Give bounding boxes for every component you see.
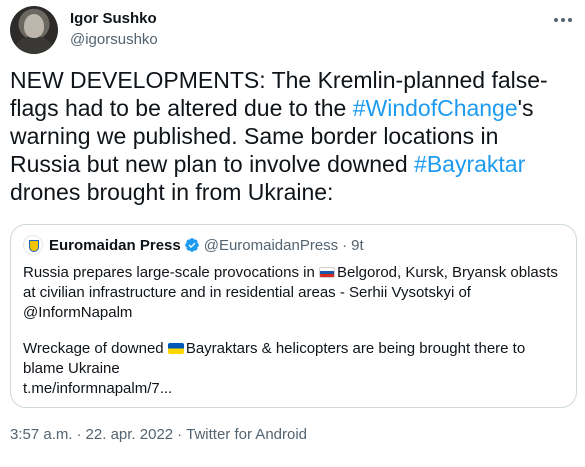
quoted-timestamp: 9t <box>351 236 364 254</box>
quoted-text-segment: Wreckage of downed <box>23 340 168 357</box>
separator: · <box>76 426 82 443</box>
more-options-button[interactable] <box>551 10 575 30</box>
quoted-avatar <box>23 235 43 255</box>
separator: · <box>177 426 183 443</box>
avatar[interactable] <box>10 6 58 54</box>
quoted-author-handle: @EuromaidanPress <box>203 236 339 254</box>
quoted-paragraph: Wreckage of downed Bayraktars & helicopt… <box>23 339 563 379</box>
quoted-link[interactable]: t.me/informnapalm/7... <box>23 379 563 399</box>
ukraine-flag-icon <box>167 343 184 354</box>
tweet-date[interactable]: 22. apr. 2022 <box>86 426 174 443</box>
quoted-author-name: Euromaidan Press <box>49 236 181 254</box>
tweet-header: Igor Sushko @igorsushko <box>10 6 575 56</box>
russia-flag-icon <box>318 267 335 278</box>
quoted-text-segment: Russia prepares large-scale provocations… <box>23 264 319 281</box>
tweet-text-segment: drones brought in from Ukraine: <box>10 179 334 205</box>
verified-badge-icon <box>184 238 199 252</box>
author-handle[interactable]: @igorsushko <box>70 31 158 48</box>
tweet-text: NEW DEVELOPMENTS: The Kremlin-planned fa… <box>10 66 570 206</box>
tweet-time[interactable]: 3:57 a.m. <box>10 426 73 443</box>
quoted-tweet-text: Russia prepares large-scale provocations… <box>23 263 563 399</box>
quoted-tweet[interactable]: Euromaidan Press @EuromaidanPress · 9t R… <box>10 224 577 408</box>
quoted-paragraph: Russia prepares large-scale provocations… <box>23 263 563 323</box>
tweet-metadata: 3:57 a.m. · 22. apr. 2022 · Twitter for Andr… <box>10 426 307 443</box>
separator: · <box>342 236 348 254</box>
quoted-tweet-header: Euromaidan Press @EuromaidanPress · 9t <box>23 235 364 255</box>
author-name[interactable]: Igor Sushko <box>70 10 157 27</box>
more-icon <box>554 18 572 22</box>
tweet-source: Twitter for Android <box>186 426 308 443</box>
hashtag-link[interactable]: #Bayraktar <box>414 151 525 177</box>
hashtag-link[interactable]: #WindofChange <box>353 95 518 121</box>
